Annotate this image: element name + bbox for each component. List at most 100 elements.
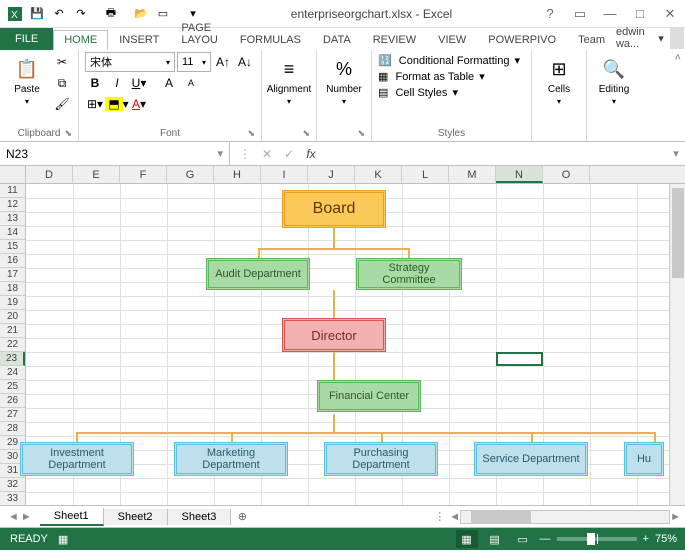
border-button[interactable]: ⊞▾ [85, 94, 105, 114]
minimize-icon[interactable]: — [595, 3, 625, 25]
tab-home[interactable]: HOME [53, 30, 108, 50]
cells-area[interactable]: Board Audit Department Strategy Committe… [26, 184, 685, 506]
conditional-formatting-button[interactable]: 🔢 Conditional Formatting ▾ [378, 54, 520, 67]
avatar[interactable] [670, 27, 685, 49]
row-header-32[interactable]: 32 [0, 478, 25, 492]
row-header-27[interactable]: 27 [0, 408, 25, 422]
col-header-F[interactable]: F [120, 166, 167, 183]
help-icon[interactable]: ? [535, 3, 565, 25]
alignment-button[interactable]: ≡ Alignment ▾ [268, 52, 310, 106]
row-header-12[interactable]: 12 [0, 198, 25, 212]
sheet-tab-1[interactable]: Sheet1 [40, 508, 104, 526]
excel-icon[interactable]: X [6, 5, 24, 23]
maximize-icon[interactable]: □ [625, 3, 655, 25]
decrease-font-icon[interactable]: A↓ [235, 52, 255, 72]
tab-data[interactable]: DATA [312, 30, 362, 50]
col-header-I[interactable]: I [261, 166, 308, 183]
vertical-scrollbar[interactable] [669, 184, 685, 505]
row-header-24[interactable]: 24 [0, 366, 25, 380]
row-header-18[interactable]: 18 [0, 282, 25, 296]
row-header-13[interactable]: 13 [0, 212, 25, 226]
normal-view-icon[interactable]: ▦ [456, 530, 478, 548]
format-painter-icon[interactable]: 🖌 [52, 94, 72, 114]
add-sheet-icon[interactable]: ⊕ [231, 510, 253, 523]
col-header-E[interactable]: E [73, 166, 120, 183]
row-header-16[interactable]: 16 [0, 254, 25, 268]
col-header-G[interactable]: G [167, 166, 214, 183]
row-header-28[interactable]: 28 [0, 422, 25, 436]
number-launcher-icon[interactable]: ⬊ [357, 128, 365, 139]
row-header-25[interactable]: 25 [0, 380, 25, 394]
cells-button[interactable]: ⊞ Cells ▾ [538, 52, 580, 106]
new-icon[interactable]: ▭ [154, 5, 172, 23]
fill-color-button[interactable]: ⬒▾ [107, 94, 127, 114]
node-purchasing[interactable]: Purchasing Department [324, 442, 438, 476]
page-layout-view-icon[interactable]: ▤ [484, 530, 506, 548]
print-preview-icon[interactable]: 🖶 [102, 5, 120, 23]
col-header-L[interactable]: L [402, 166, 449, 183]
horizontal-scrollbar[interactable]: ⋮ ◄ ► [253, 510, 685, 524]
col-header-H[interactable]: H [214, 166, 261, 183]
col-header-N[interactable]: N [496, 166, 543, 183]
tab-page-layout[interactable]: PAGE LAYOU [170, 18, 228, 50]
sheet-tab-2[interactable]: Sheet2 [104, 509, 168, 525]
close-icon[interactable]: ✕ [655, 3, 685, 25]
node-marketing[interactable]: Marketing Department [174, 442, 288, 476]
col-header-D[interactable]: D [26, 166, 73, 183]
col-header-J[interactable]: J [308, 166, 355, 183]
fx-icon[interactable]: fx [300, 144, 322, 164]
formula-input[interactable] [326, 146, 667, 161]
page-break-view-icon[interactable]: ▭ [512, 530, 534, 548]
font-launcher-icon[interactable]: ⬊ [247, 128, 255, 139]
editing-button[interactable]: 🔍 Editing ▾ [593, 52, 635, 106]
increase-font-icon[interactable]: A↑ [213, 52, 233, 72]
zoom-level[interactable]: 75% [655, 533, 677, 545]
tab-formulas[interactable]: FORMULAS [229, 30, 312, 50]
row-header-22[interactable]: 22 [0, 338, 25, 352]
node-financial[interactable]: Financial Center [317, 380, 421, 412]
row-header-15[interactable]: 15 [0, 240, 25, 254]
node-audit[interactable]: Audit Department [206, 258, 310, 290]
tab-powerpivot[interactable]: POWERPIVO [477, 30, 567, 50]
name-box[interactable]: ▾ [0, 142, 230, 165]
node-strategy[interactable]: Strategy Committee [356, 258, 462, 290]
tab-file[interactable]: FILE [0, 28, 53, 50]
number-button[interactable]: % Number ▾ [323, 52, 365, 106]
row-header-11[interactable]: 11 [0, 184, 25, 198]
expand-formula-icon[interactable]: ▾ [667, 147, 685, 160]
collapse-ribbon-icon[interactable]: ˄ [671, 50, 685, 141]
row-header-21[interactable]: 21 [0, 324, 25, 338]
save-icon[interactable]: 💾 [28, 5, 46, 23]
tab-view[interactable]: VIEW [427, 30, 477, 50]
row-header-14[interactable]: 14 [0, 226, 25, 240]
row-header-33[interactable]: 33 [0, 492, 25, 506]
zoom-out-icon[interactable]: — [540, 533, 551, 545]
cancel-formula-icon[interactable]: ✕ [256, 144, 278, 164]
font-name-select[interactable]: 宋体▾ [85, 52, 175, 72]
row-header-26[interactable]: 26 [0, 394, 25, 408]
clipboard-launcher-icon[interactable]: ⬊ [64, 128, 72, 139]
open-icon[interactable]: 📂 [132, 5, 150, 23]
sheet-nav-next-icon[interactable]: ► [21, 511, 32, 523]
copy-icon[interactable]: ⧉ [52, 73, 72, 93]
node-hu[interactable]: Hu [624, 442, 664, 476]
redo-icon[interactable]: ↷ [72, 5, 90, 23]
zoom-slider[interactable] [557, 537, 637, 541]
fx-more-icon[interactable]: ⋮ [234, 144, 256, 164]
accept-formula-icon[interactable]: ✓ [278, 144, 300, 164]
ribbon-collapse-icon[interactable]: ▭ [565, 3, 595, 25]
node-director[interactable]: Director [282, 318, 386, 352]
macro-icon[interactable]: ▦ [58, 533, 68, 546]
user-name[interactable]: edwin wa... [616, 26, 652, 50]
font-size-select[interactable]: 11▾ [177, 52, 211, 72]
undo-icon[interactable]: ↶ [50, 5, 68, 23]
italic-button[interactable]: I [107, 73, 127, 93]
zoom-in-icon[interactable]: + [643, 533, 649, 545]
tab-review[interactable]: REVIEW [362, 30, 427, 50]
bold-button[interactable]: B [85, 73, 105, 93]
format-as-table-button[interactable]: ▦ Format as Table ▾ [378, 70, 520, 83]
sheet-nav-prev-icon[interactable]: ◄ [8, 511, 19, 523]
underline-button[interactable]: U▾ [129, 73, 149, 93]
row-header-20[interactable]: 20 [0, 310, 25, 324]
col-header-M[interactable]: M [449, 166, 496, 183]
